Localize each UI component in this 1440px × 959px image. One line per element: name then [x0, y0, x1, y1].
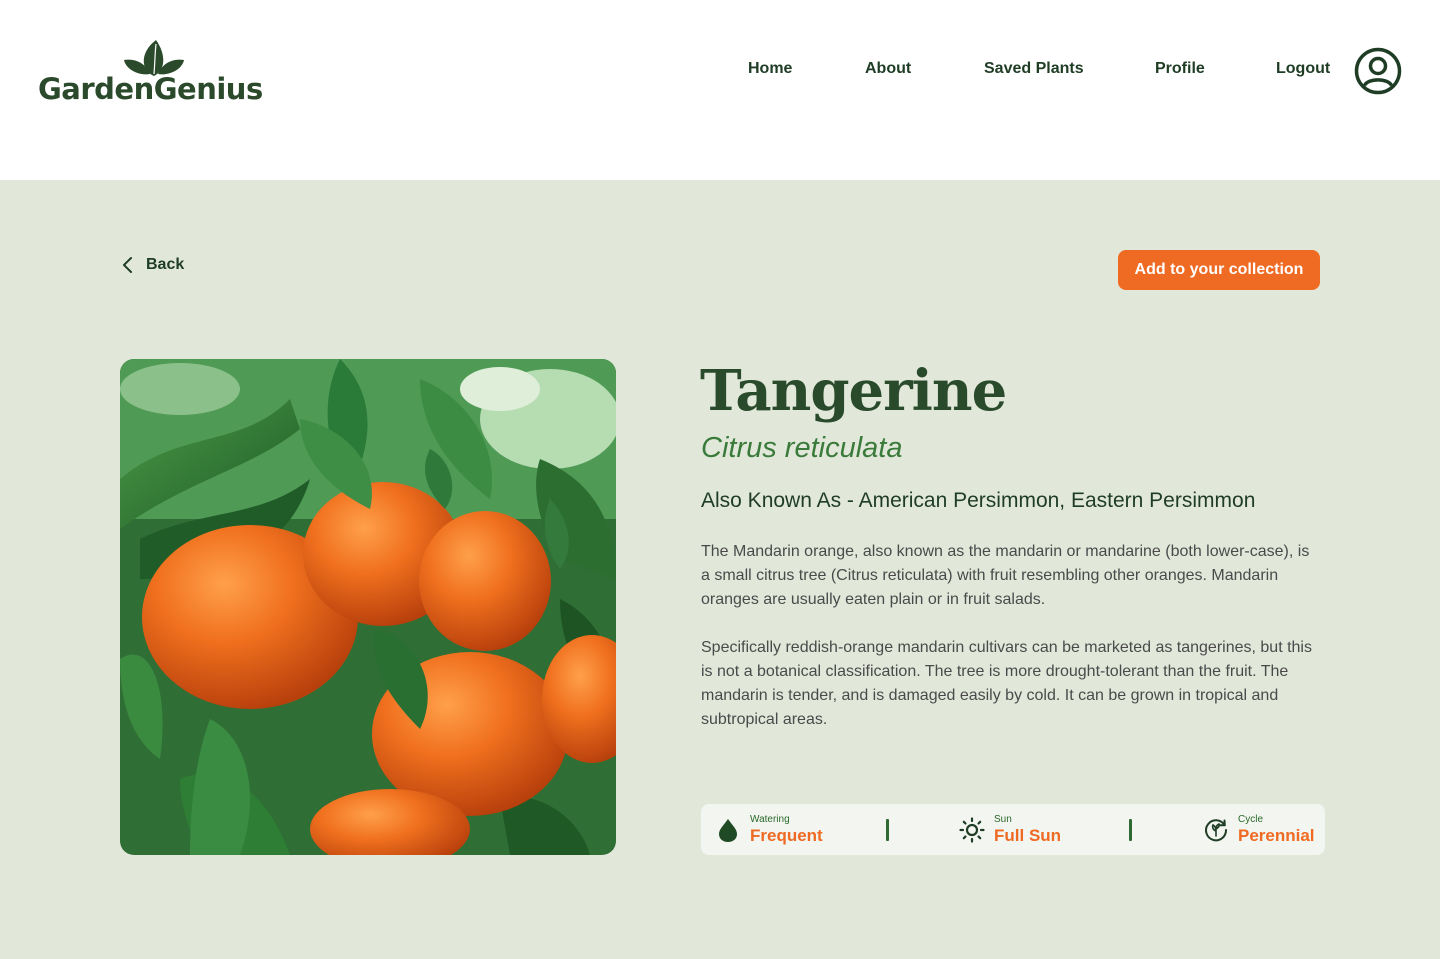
plant-detail: Back Add to your collection Tangerine Ci…: [0, 180, 1440, 959]
stat-sun: Sun Full Sun: [959, 812, 1061, 848]
back-button[interactable]: Back: [120, 254, 184, 276]
nav-logout[interactable]: Logout: [1276, 60, 1330, 78]
stat-divider: [1129, 819, 1132, 841]
add-to-collection-button[interactable]: Add to your collection: [1118, 250, 1320, 290]
back-label: Back: [146, 256, 185, 273]
stat-watering: Watering Frequent: [715, 812, 823, 848]
nav-profile[interactable]: Profile: [1155, 60, 1205, 78]
nav-about[interactable]: About: [865, 60, 911, 78]
stat-divider: [886, 819, 889, 841]
stat-sun-label: Sun: [994, 814, 1012, 825]
stat-cycle: Cycle Perennial: [1203, 812, 1315, 848]
plant-description-paragraph: Specifically reddish-orange mandarin cul…: [701, 639, 1312, 728]
cycle-icon: [1205, 819, 1228, 842]
stat-watering-label: Watering: [750, 814, 790, 825]
water-drop-icon: [719, 819, 737, 842]
plant-photo: [120, 359, 616, 855]
stat-sun-value: Full Sun: [994, 826, 1062, 845]
main-nav: Home About Saved Plants Profile Logout: [0, 60, 1440, 84]
stat-cycle-value: Perennial: [1238, 826, 1315, 845]
user-avatar-icon[interactable]: [1354, 47, 1402, 95]
plant-common-name: Tangerine: [700, 358, 1007, 424]
stat-watering-value: Frequent: [750, 826, 823, 845]
chevron-left-icon: [123, 257, 132, 273]
plant-description-paragraph: The Mandarin orange, also known as the m…: [701, 543, 1310, 608]
stat-cycle-label: Cycle: [1238, 814, 1264, 825]
sun-icon: [959, 817, 985, 843]
header: GardenGenius Home About Saved Plants Pro…: [0, 0, 1440, 180]
plant-also-known-as: Also Known As - American Persimmon, East…: [701, 489, 1256, 512]
care-stats-bar: Watering Frequent Sun Full Sun Cycle Per…: [701, 804, 1325, 855]
nav-home[interactable]: Home: [748, 60, 792, 78]
plant-scientific-name: Citrus reticulata: [701, 432, 903, 464]
nav-saved-plants[interactable]: Saved Plants: [984, 60, 1084, 78]
